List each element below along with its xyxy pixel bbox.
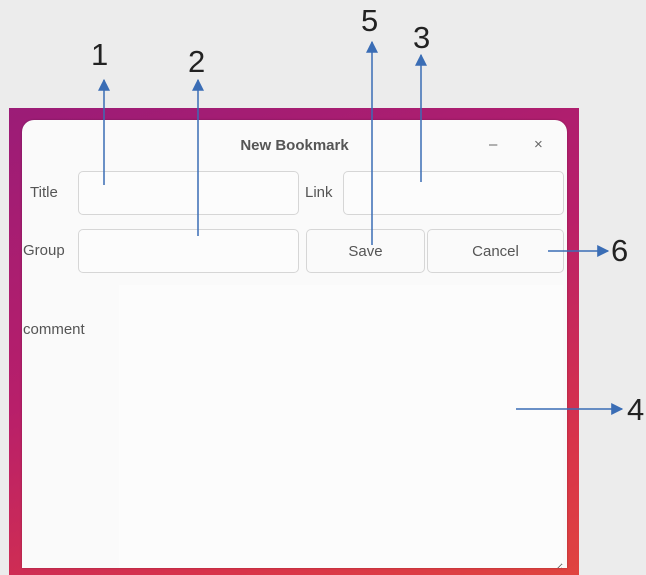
window-title: New Bookmark	[240, 136, 349, 154]
minimize-button[interactable]: –	[489, 136, 497, 153]
annotation-5: 5	[361, 3, 379, 38]
annotation-3: 3	[413, 20, 431, 55]
new-bookmark-dialog: New Bookmark – × Title Link Group Save C…	[22, 120, 567, 568]
group-input[interactable]	[78, 229, 299, 273]
comment-textarea[interactable]	[119, 285, 563, 568]
annotation-6: 6	[611, 233, 629, 268]
group-label: Group	[23, 242, 65, 259]
save-button[interactable]: Save	[306, 229, 425, 273]
cancel-button[interactable]: Cancel	[427, 229, 564, 273]
annotation-1: 1	[91, 37, 109, 72]
link-label: Link	[305, 184, 333, 201]
titlebar: New Bookmark – ×	[22, 120, 567, 170]
comment-label: comment	[23, 321, 85, 338]
annotation-2: 2	[188, 44, 206, 79]
close-button[interactable]: ×	[534, 136, 543, 153]
title-input[interactable]	[78, 171, 299, 215]
annotation-4: 4	[627, 392, 645, 427]
link-input[interactable]	[343, 171, 564, 215]
title-label: Title	[30, 184, 58, 201]
